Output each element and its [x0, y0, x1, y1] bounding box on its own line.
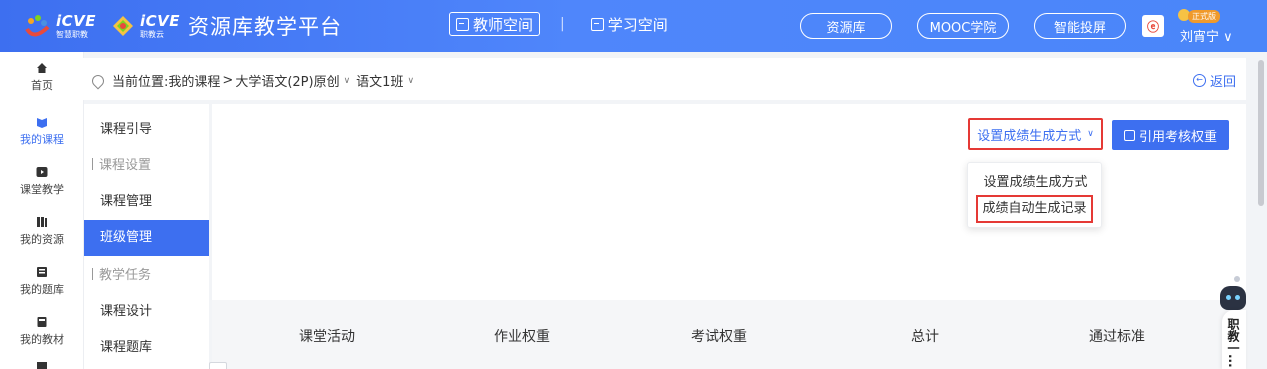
- chevron-down-icon[interactable]: ∨: [344, 76, 351, 86]
- rail-item-my-courses-label: 我的课程: [20, 133, 64, 146]
- version-badge: 正式版: [1188, 10, 1220, 23]
- breadcrumb-class-select[interactable]: 语文1班: [356, 71, 403, 90]
- menu-item-set-grade-mode[interactable]: 设置成绩生成方式: [968, 169, 1103, 197]
- assistant-robot-icon[interactable]: [1220, 286, 1246, 310]
- rail-item-textbook[interactable]: 我的教材: [0, 308, 84, 362]
- logo-area[interactable]: iCVE 智慧职教 iCVE 职教云 资源库教学平台: [22, 10, 342, 42]
- brand-icve: iCVE 智慧职教: [56, 11, 97, 39]
- grade-mode-dropdown-button[interactable]: 设置成绩生成方式 ∨: [968, 118, 1103, 150]
- rail-item-textbook-label: 我的教材: [20, 333, 64, 346]
- tab-separator: |: [560, 16, 565, 32]
- rail-item-resources-label: 我的资源: [20, 233, 64, 246]
- more-rail-icon[interactable]: [36, 362, 48, 369]
- learning-space-icon: [590, 17, 604, 31]
- rail-item-home[interactable]: 首页: [0, 54, 84, 108]
- assistant-label: 职教一...: [1226, 318, 1240, 368]
- column-header: 考试权重: [691, 329, 747, 345]
- breadcrumb-separator: >: [222, 73, 234, 88]
- books-icon: [37, 217, 47, 227]
- grade-mode-label: 设置成绩生成方式: [977, 128, 1082, 144]
- course-sidebar: 课程引导 课程设置 课程管理 班级管理 教学任务 课程设计 课程题库: [84, 104, 209, 369]
- rail-item-home-label: 首页: [31, 79, 53, 92]
- column-header: 总计: [911, 329, 939, 345]
- robot-antenna-icon: [1234, 276, 1240, 282]
- textbook-icon: [37, 317, 47, 327]
- sidebar-group-course-settings: 课程设置: [84, 148, 209, 184]
- top-header: iCVE 智慧职教 iCVE 职教云 资源库教学平台 教师空间 | 学习空间 资…: [0, 0, 1267, 52]
- main-panel: 设置成绩生成方式 ∨ 引用考核权重 设置成绩生成方式 成绩自动生成记录 课堂活动…: [212, 104, 1246, 369]
- mooc-college-button[interactable]: MOOC学院: [917, 13, 1009, 39]
- column-header: 课堂活动: [299, 329, 355, 345]
- chevron-down-icon: ∨: [1087, 129, 1094, 139]
- rail-item-classroom[interactable]: 课堂教学: [0, 158, 84, 212]
- grade-mode-menu: 设置成绩生成方式 成绩自动生成记录: [967, 162, 1102, 228]
- user-area[interactable]: ⓔ 正式版 刘宵宁 ∨: [1142, 6, 1248, 46]
- space-switcher: 教师空间 | 学习空间: [449, 12, 674, 36]
- app-switch-icon[interactable]: ⓔ: [1142, 15, 1164, 37]
- home-icon: [37, 63, 47, 73]
- breadcrumb: 当前位置: 我的课程 > 大学语文(2P)原创 ∨ 语文1班 ∨: [89, 71, 420, 90]
- rail-item-my-courses[interactable]: 我的课程: [0, 108, 84, 162]
- user-menu[interactable]: 正式版 刘宵宁 ∨: [1178, 6, 1248, 46]
- import-weight-button[interactable]: 引用考核权重: [1112, 120, 1229, 150]
- user-name: 刘宵宁 ∨: [1180, 30, 1233, 45]
- teacher-space-icon: [456, 17, 469, 31]
- rail-item-classroom-label: 课堂教学: [20, 183, 64, 196]
- tab-teacher-space-label: 教师空间: [473, 15, 534, 34]
- breadcrumb-course-select[interactable]: 大学语文(2P)原创: [235, 71, 339, 90]
- assistant-tab[interactable]: 职教一...: [1222, 310, 1246, 369]
- resource-library-button[interactable]: 资源库: [800, 13, 892, 39]
- platform-title: 资源库教学平台: [188, 15, 343, 39]
- question-bank-icon: [37, 267, 47, 277]
- scrollbar[interactable]: [1258, 60, 1264, 206]
- brand-zhijiaoyun: iCVE 职教云: [140, 11, 181, 39]
- tab-teacher-space[interactable]: 教师空间: [449, 12, 541, 36]
- import-weight-label: 引用考核权重: [1138, 129, 1217, 145]
- sidebar-item-class-management[interactable]: 班级管理: [84, 220, 209, 256]
- smart-cast-button[interactable]: 智能投屏: [1034, 13, 1126, 39]
- location-pin-icon: [89, 72, 107, 89]
- column-header: 作业权重: [494, 329, 550, 345]
- breadcrumb-my-courses[interactable]: 我的课程: [168, 71, 220, 90]
- quote-icon: [1123, 129, 1135, 141]
- icve-logo-icon: [25, 15, 50, 37]
- zhijiaoyun-logo-icon: [113, 16, 134, 36]
- expand-handle[interactable]: [209, 362, 227, 369]
- breadcrumb-prefix: 当前位置:: [112, 75, 169, 90]
- chevron-down-icon[interactable]: ∨: [407, 76, 414, 86]
- menu-item-auto-grade-records[interactable]: 成绩自动生成记录: [976, 195, 1093, 223]
- back-label: 返回: [1209, 75, 1236, 90]
- breadcrumb-bar: 当前位置: 我的课程 > 大学语文(2P)原创 ∨ 语文1班 ∨ ← 返回: [74, 58, 1246, 100]
- left-rail: 首页 我的课程 课堂教学 我的资源 我的题库 我的教材: [0, 52, 84, 369]
- sidebar-item-course-guide[interactable]: 课程引导: [84, 112, 209, 148]
- back-button[interactable]: ← 返回: [1192, 71, 1236, 90]
- rail-item-question-bank-label: 我的题库: [20, 283, 64, 296]
- rail-item-question-bank[interactable]: 我的题库: [0, 258, 84, 312]
- play-icon: [36, 167, 48, 177]
- back-arrow-icon: ←: [1192, 74, 1206, 87]
- course-icon: [37, 118, 47, 128]
- sidebar-item-course-management[interactable]: 课程管理: [84, 184, 209, 220]
- sidebar-item-course-design[interactable]: 课程设计: [84, 294, 209, 330]
- tab-learning-space-label: 学习空间: [607, 15, 668, 34]
- column-header: 通过标准: [1089, 329, 1145, 345]
- sidebar-group-teaching-tasks: 教学任务: [84, 258, 209, 294]
- sidebar-item-course-question-bank[interactable]: 课程题库: [84, 330, 209, 366]
- tab-learning-space[interactable]: 学习空间: [585, 12, 674, 36]
- weight-table-header: 课堂活动 作业权重 考试权重 总计 通过标准: [212, 300, 1246, 369]
- rail-item-resources[interactable]: 我的资源: [0, 208, 84, 262]
